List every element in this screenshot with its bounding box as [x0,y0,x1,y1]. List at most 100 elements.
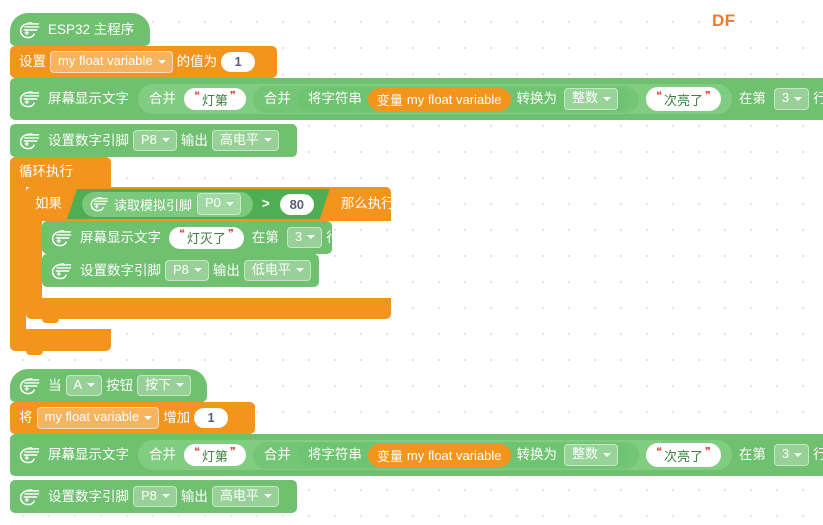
variable-reporter-3[interactable]: 变量 my float variable [367,443,511,467]
button-dropdown-value: A [73,376,83,392]
join-inner-label-1: 合并 [263,91,291,107]
chevron-down-icon [87,383,96,387]
esp32-swoosh-icon [90,196,109,212]
pin-dropdown-2-value: P8 [173,261,189,277]
line-dropdown-2-value: 3 [294,228,303,244]
if-condition-slot[interactable]: 读取模拟引脚 P0 > 80 [67,189,330,219]
change-prefix-label: 将 [19,410,33,426]
esp32-swoosh-icon [19,377,40,394]
digital-write-middle-1: 输出 [180,132,208,148]
level-dropdown-2[interactable]: 低电平 [243,259,311,282]
if-label: 如果 [35,196,62,212]
variable-dropdown-change[interactable]: my float variable [36,407,160,429]
level-dropdown-1-value: 高电平 [219,131,259,147]
convert-label-1: 将字符串 [307,91,362,107]
convert-type-dropdown-1[interactable]: 整数 [564,88,619,110]
chevron-down-icon [144,415,153,420]
variable-reporter-1[interactable]: 变量 my float variable [367,87,511,111]
pin-dropdown-1[interactable]: P8 [133,129,177,152]
set-value-input[interactable]: 1 [221,52,256,72]
button-dropdown[interactable]: A [65,374,103,397]
level-dropdown-3[interactable]: 高电平 [211,485,279,508]
convert-to-label-3: 转换为 [516,447,558,463]
button-action-dropdown[interactable]: 按下 [137,374,192,397]
string-input-2-value: 灯灭了 [186,231,226,246]
level-dropdown-1[interactable]: 高电平 [211,129,279,152]
block-screen-display-1[interactable]: 屏幕显示文字 合并 ❝ 灯第 ❞ 合并 将字符串 变量 my float var… [10,78,823,120]
block-variable-change[interactable]: 将 my float variable 增加 1 [10,402,255,434]
df-logo: DF [712,11,736,30]
set-prefix-label: 设置 [19,54,46,70]
line-prefix-label-2: 在第 [251,229,279,245]
string-input-1b[interactable]: ❝ 次亮了 ❞ [646,87,721,111]
set-middle-label: 的值为 [176,54,218,70]
line-dropdown-1[interactable]: 3 [773,88,810,110]
line-prefix-label-1: 在第 [738,91,766,107]
if-header[interactable]: 如果 读取模拟引脚 P0 > 80 那么执行 [26,187,395,221]
variable-word-label-3: 变量 [376,448,403,464]
digital-write-prefix-2: 设置数字引脚 [80,262,161,278]
loop-header[interactable]: 循环执行 [10,157,111,187]
hat-block-button-event[interactable]: 当 A 按钮 按下 [10,369,207,402]
string-input-3b[interactable]: ❝ 次亮了 ❞ [646,443,721,467]
pin-dropdown-3[interactable]: P8 [133,485,177,508]
chevron-down-icon [161,138,170,142]
line-dropdown-3-value: 3 [781,446,790,462]
chevron-down-icon [176,383,185,387]
level-dropdown-2-value: 低电平 [251,261,291,277]
variable-reporter-1-value: my float variable [406,91,502,107]
esp32-swoosh-icon [51,229,72,246]
digital-write-middle-2: 输出 [212,262,240,278]
line-dropdown-3[interactable]: 3 [773,444,810,466]
line-suffix-label-1: 行 [813,91,823,107]
hat-block-esp32-main[interactable]: ESP32 主程序 [10,13,150,46]
when-label: 当 [48,377,62,393]
digital-write-prefix-1: 设置数字引脚 [48,132,129,148]
analog-pin-dropdown[interactable]: P0 [197,193,241,215]
quote-open-icon: ❝ [194,89,200,102]
variable-dropdown-change-value: my float variable [44,409,140,425]
change-value-input[interactable]: 1 [194,408,229,428]
join-reporter-outer-3[interactable]: 合并 ❝ 灯第 ❞ 合并 将字符串 变量 my float variable 转… [138,440,732,470]
analog-read-reporter[interactable]: 读取模拟引脚 P0 [82,192,253,217]
convert-reporter-3[interactable]: 将字符串 变量 my float variable 转换为 整数 [297,443,630,467]
join-reporter-inner-1[interactable]: 合并 将字符串 变量 my float variable 转换为 整数 [252,85,640,113]
digital-write-middle-3: 输出 [180,488,208,504]
convert-reporter-1[interactable]: 将字符串 变量 my float variable 转换为 整数 [297,87,630,111]
quote-open-icon: ❝ [194,445,200,458]
change-middle-label: 增加 [163,410,191,426]
pin-dropdown-3-value: P8 [141,487,157,503]
blockly-workspace[interactable]: DF ESP32 主程序 设置 my float variable 的值为 1 [0,0,823,525]
block-screen-display-3[interactable]: 屏幕显示文字 合并 ❝ 灯第 ❞ 合并 将字符串 变量 my float var… [10,434,823,476]
chevron-down-icon [157,59,166,64]
convert-label-3: 将字符串 [307,447,362,463]
block-digital-write-3[interactable]: 设置数字引脚 P8 输出 高电平 [10,480,297,513]
chevron-down-icon [295,268,304,272]
digital-write-prefix-3: 设置数字引脚 [48,488,129,504]
block-digital-write-1[interactable]: 设置数字引脚 P8 输出 高电平 [10,124,297,157]
block-variable-set[interactable]: 设置 my float variable 的值为 1 [10,46,277,78]
chevron-down-icon [193,268,202,272]
block-digital-write-2[interactable]: 设置数字引脚 P8 输出 低电平 [42,254,319,287]
join-reporter-inner-3[interactable]: 合并 将字符串 变量 my float variable 转换为 整数 [252,441,640,469]
comparison-operand-input[interactable]: 80 [280,194,314,215]
comparison-operator-block[interactable]: 读取模拟引脚 P0 > 80 [67,189,330,219]
esp32-swoosh-icon [51,262,72,279]
variable-reporter-3-value: my float variable [406,447,502,463]
variable-dropdown-set[interactable]: my float variable [50,51,173,73]
line-dropdown-2[interactable]: 3 [286,226,323,249]
join-reporter-outer-1[interactable]: 合并 ❝ 灯第 ❞ 合并 将字符串 变量 my float variable 转… [138,84,732,114]
string-input-2[interactable]: ❝ 灯灭了 ❞ [169,226,244,249]
loop-foot [10,329,111,355]
block-screen-display-2[interactable]: 屏幕显示文字 ❝ 灯灭了 ❞ 在第 3 行 [42,221,340,254]
loop-label: 循环执行 [19,164,73,180]
string-input-3a[interactable]: ❝ 灯第 ❞ [184,444,246,466]
convert-type-dropdown-3[interactable]: 整数 [564,444,619,466]
variable-dropdown-set-value: my float variable [58,53,153,69]
chevron-down-icon [263,138,272,142]
string-input-1a[interactable]: ❝ 灯第 ❞ [184,88,246,110]
analog-pin-dropdown-value: P0 [205,195,221,211]
pin-dropdown-2[interactable]: P8 [165,259,209,282]
variable-word-label-1: 变量 [376,92,403,108]
quote-close-icon: ❞ [227,228,234,240]
